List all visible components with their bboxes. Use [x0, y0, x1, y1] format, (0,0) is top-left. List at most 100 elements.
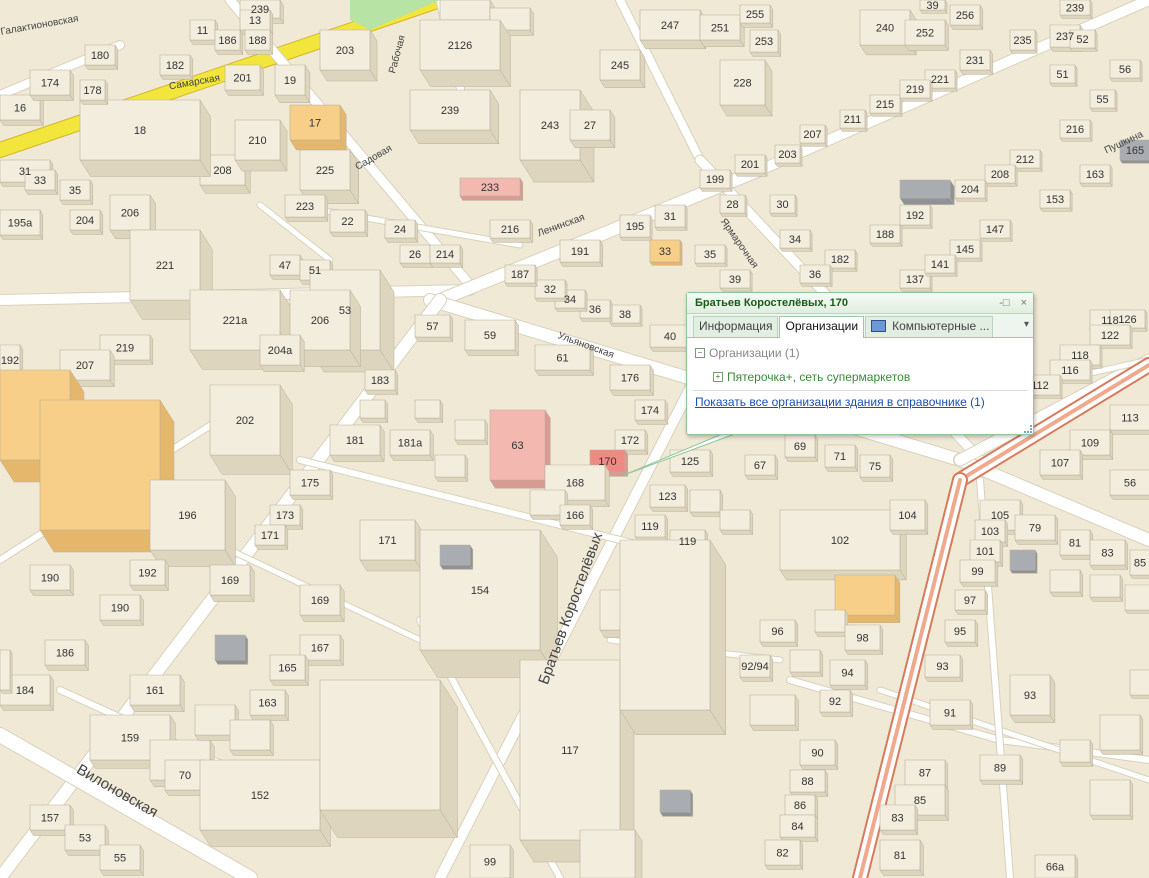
building-side: [259, 64, 264, 97]
building-side: [919, 839, 924, 877]
house-number: 93: [936, 661, 948, 673]
house-number: 86: [794, 800, 806, 812]
tab-information[interactable]: Информация: [693, 316, 779, 337]
building: [1089, 574, 1121, 598]
building-side: [719, 529, 754, 535]
house-number: 137: [906, 274, 924, 286]
building-side: [649, 364, 654, 397]
building-side: [1144, 309, 1148, 333]
building-side: [789, 671, 824, 677]
building-side: [1089, 814, 1134, 820]
building-side: [759, 641, 799, 647]
building-side: [864, 109, 868, 133]
organization-item[interactable]: + Пятерочка+, сеть супермаркетов: [713, 369, 1025, 385]
building-side: [1079, 449, 1084, 481]
house-number: 252: [916, 28, 934, 40]
building-side: [669, 471, 714, 477]
tab-computer-shops[interactable]: Компьютерные ...: [865, 316, 994, 337]
building-side: [139, 594, 144, 627]
house-number: 33: [659, 246, 671, 258]
pin-icon[interactable]: -□: [999, 297, 1009, 309]
building-side: [454, 439, 489, 445]
building-side: [214, 49, 244, 55]
building-side: [854, 444, 859, 473]
building-side: [199, 184, 251, 194]
house-number: 163: [1086, 169, 1104, 181]
house-number: 154: [471, 585, 489, 597]
collapse-icon[interactable]: −: [695, 347, 705, 358]
house-number: 233: [481, 182, 499, 194]
house-number: 235: [1013, 35, 1031, 47]
building-side: [814, 814, 819, 843]
building-side: [339, 584, 345, 623]
house-number: 88: [801, 776, 813, 788]
building-side: [394, 369, 399, 396]
building-side: [1089, 119, 1093, 143]
building-side: [869, 242, 903, 247]
building-side: [604, 464, 610, 508]
house-number: 206: [311, 315, 329, 327]
building-side: [779, 247, 813, 252]
building-side: [949, 24, 984, 30]
building-side: [379, 424, 385, 463]
house-number: 256: [956, 10, 974, 22]
building: [434, 454, 466, 478]
building-side: [994, 559, 999, 588]
tab-computer-shops-label: Компьютерные ...: [892, 319, 990, 333]
building-info-popup[interactable]: Братьев Коростелёвых, 170 -□ × Информаци…: [686, 292, 1034, 435]
map-canvas[interactable]: 239247 251255253240 25225639 239237 52235245…: [0, 0, 1149, 878]
house-number: 63: [511, 440, 523, 452]
house-number: 182: [166, 60, 184, 72]
house-number: 102: [831, 535, 849, 547]
building: [579, 829, 636, 878]
building-side: [164, 559, 169, 592]
organizations-group[interactable]: − Организации (1): [695, 344, 1025, 362]
building: [0, 649, 11, 691]
house-number: 195: [626, 221, 644, 233]
house-number: 216: [1066, 124, 1084, 136]
building-side: [729, 169, 733, 193]
house-number: 188: [876, 229, 894, 241]
building-side: [129, 584, 169, 591]
building-side: [769, 654, 774, 683]
building-side: [599, 239, 604, 268]
show-all-organizations-link[interactable]: Показать все организации здания в справо…: [695, 395, 967, 409]
building-side: [989, 49, 994, 76]
expand-icon[interactable]: +: [713, 371, 723, 382]
building-side: [609, 389, 654, 396]
tab-organizations[interactable]: Организации: [779, 316, 865, 338]
house-number: 34: [564, 294, 576, 306]
house-number: 208: [991, 169, 1009, 181]
building: [1124, 584, 1149, 611]
tabs-more-icon[interactable]: ▾: [1024, 319, 1029, 330]
building-side: [114, 44, 119, 71]
building-side: [214, 659, 249, 665]
building-side: [859, 476, 894, 482]
house-number: 27: [584, 120, 596, 132]
building-side: [959, 654, 964, 683]
building-side: [1074, 64, 1078, 88]
building-side: [634, 419, 669, 425]
building-side: [489, 479, 551, 489]
close-icon[interactable]: ×: [1021, 297, 1027, 309]
building-side: [699, 187, 733, 192]
show-all-count: (1): [970, 395, 985, 409]
building-side: [899, 224, 933, 229]
house-number: 171: [261, 530, 279, 542]
building-side: [809, 229, 813, 253]
house-number: 59: [484, 330, 496, 342]
house-number: 255: [746, 9, 764, 21]
house-number: 192: [1, 355, 19, 367]
house-number: 97: [964, 595, 976, 607]
house-number: 221: [931, 74, 949, 86]
house-number: 165: [278, 663, 296, 675]
building-side: [359, 559, 423, 572]
building-side: [289, 139, 347, 151]
building-side: [459, 195, 524, 201]
building-side: [824, 124, 828, 148]
building-side: [299, 334, 305, 373]
house-number: 24: [394, 224, 406, 236]
house-number: 191: [571, 246, 589, 258]
house-number: 101: [976, 546, 994, 558]
resize-grip-icon[interactable]: [1024, 425, 1032, 433]
